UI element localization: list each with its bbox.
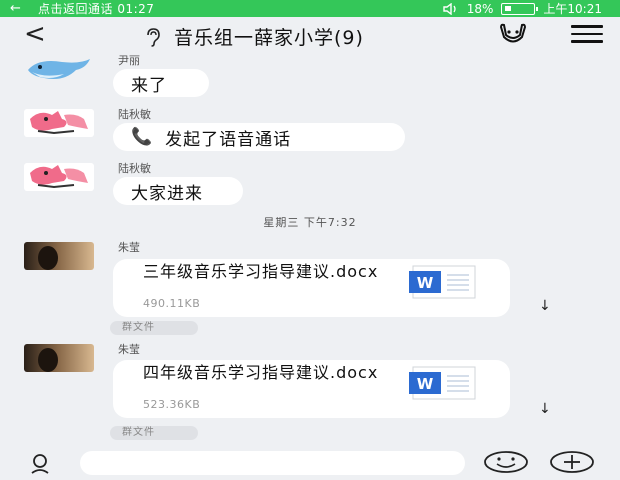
message-text: 发起了语音通话 <box>165 129 292 150</box>
photo-avatar[interactable] <box>24 242 94 270</box>
back-arrow-icon: ← <box>10 1 21 16</box>
message-text: 大家进来 <box>131 183 203 204</box>
group-file-tag: 群文件 <box>110 321 198 335</box>
sender-name: 朱莹 <box>118 343 140 356</box>
volume-icon <box>443 2 456 15</box>
input-bar <box>0 444 620 480</box>
word-letter: W <box>417 274 434 292</box>
cartoon-avatar[interactable] <box>24 163 94 191</box>
status-icons: 18% 上午10:21 <box>443 0 602 17</box>
word-document-icon: W <box>409 366 476 400</box>
time-separator: 星期三 下午7:32 <box>263 216 357 229</box>
menu-icon[interactable] <box>571 25 603 43</box>
group-file-tag: 群文件 <box>110 426 198 440</box>
title-area: 音乐组一薛家小学(9) <box>144 23 364 50</box>
sender-name: 陆秋敏 <box>118 162 151 175</box>
photo-avatar[interactable] <box>24 344 94 372</box>
download-icon[interactable]: ↓ <box>539 298 551 314</box>
back-button[interactable]: < <box>24 19 46 49</box>
file-name: 三年级音乐学习指导建议.docx <box>143 262 379 281</box>
emoji-icon[interactable] <box>483 450 529 474</box>
file-card[interactable]: 四年级音乐学习指导建议.docx 523.36KB W <box>113 360 510 418</box>
voice-call-bubble[interactable]: 📞 发起了语音通话 <box>113 123 405 151</box>
message-input[interactable] <box>80 451 465 475</box>
chat-header: < 音乐组一薛家小学(9) <box>0 17 620 51</box>
sender-name: 尹丽 <box>118 54 140 67</box>
chat-title: 音乐组一薛家小学(9) <box>174 27 364 49</box>
battery-percent: 18% <box>466 1 494 16</box>
word-document-icon: W <box>409 265 476 299</box>
group-icon[interactable] <box>498 23 528 45</box>
cartoon-avatar[interactable] <box>24 109 94 137</box>
chat-screen: ← 点击返回通话 01:27 18% 上午10:21 < 音乐组一薛家小学(9) <box>0 0 620 480</box>
file-size: 523.36KB <box>143 398 201 411</box>
phone-icon: 📞 <box>131 127 154 147</box>
clock: 上午10:21 <box>543 2 602 16</box>
message-bubble[interactable]: 大家进来 <box>113 177 243 205</box>
dolphin-avatar[interactable] <box>24 56 94 84</box>
message-text: 来了 <box>131 75 167 96</box>
sender-name: 朱莹 <box>118 241 140 254</box>
call-status-bar[interactable]: ← 点击返回通话 01:27 18% 上午10:21 <box>0 0 620 17</box>
return-to-call-text[interactable]: 点击返回通话 01:27 <box>38 0 443 17</box>
ear-mute-icon <box>147 27 160 47</box>
file-card[interactable]: 三年级音乐学习指导建议.docx 490.11KB W <box>113 259 510 317</box>
message-bubble[interactable]: 来了 <box>113 69 209 97</box>
battery-icon <box>501 2 539 15</box>
sender-name: 陆秋敏 <box>118 108 151 121</box>
word-letter: W <box>417 375 434 393</box>
voice-icon[interactable] <box>28 452 52 476</box>
file-size: 490.11KB <box>143 297 201 310</box>
download-icon[interactable]: ↓ <box>539 401 551 417</box>
plus-icon[interactable] <box>549 450 595 474</box>
file-name: 四年级音乐学习指导建议.docx <box>143 363 379 382</box>
